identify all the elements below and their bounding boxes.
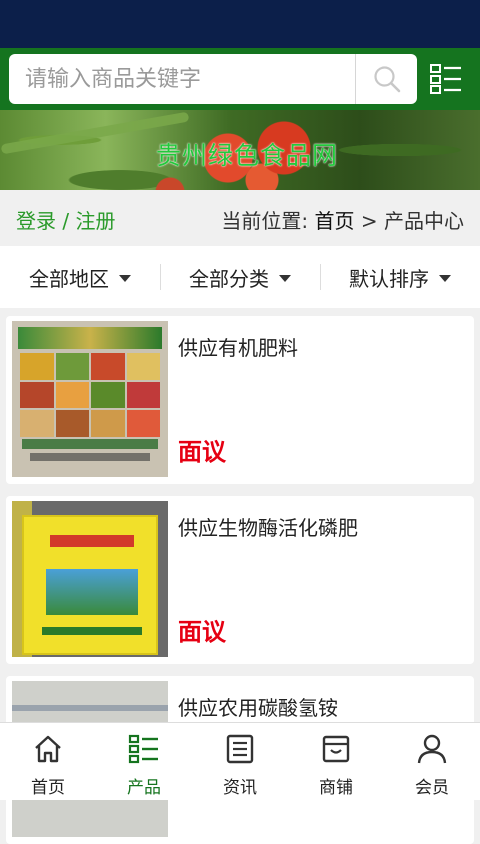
tab-news-label: 资讯 (223, 778, 257, 798)
search-input[interactable] (9, 54, 355, 104)
location-label: 当前位置: (221, 209, 309, 233)
banner-title: 贵州绿色食品网 (156, 141, 339, 170)
tab-member[interactable]: 会员 (384, 723, 480, 800)
filter-sort[interactable]: 默认排序 (320, 246, 480, 308)
product-image (12, 321, 168, 477)
caret-down-icon (439, 274, 451, 282)
filter-bar: 全部地区 全部分类 默认排序 (0, 246, 480, 308)
filter-sort-label: 默认排序 (349, 266, 429, 291)
breadcrumb-separator: > (360, 209, 378, 233)
product-price: 面议 (178, 438, 226, 466)
product-name[interactable]: 供应农用碳酸氢铵 (178, 692, 338, 721)
user-icon (417, 734, 447, 764)
product-name[interactable]: 供应有机肥料 (178, 332, 298, 361)
tab-shop[interactable]: 商铺 (288, 723, 384, 800)
filter-region-label: 全部地区 (29, 266, 109, 291)
news-icon (226, 734, 254, 764)
breadcrumb: 当前位置: 首页 > 产品中心 (221, 205, 464, 234)
banner[interactable]: 贵州绿色食品网 (0, 110, 480, 190)
search-button[interactable] (355, 54, 417, 104)
search-bar (0, 48, 480, 110)
list-icon (128, 734, 158, 764)
shop-icon (322, 735, 350, 763)
filter-category[interactable]: 全部分类 (160, 246, 320, 308)
breadcrumb-home[interactable]: 首页 (315, 209, 355, 233)
status-bar (0, 0, 480, 48)
breadcrumb-row: 登录 / 注册 当前位置: 首页 > 产品中心 (0, 190, 480, 244)
search-icon (373, 66, 400, 93)
product-card[interactable]: 供应有机肥料 面议 (6, 316, 474, 484)
breadcrumb-current: 产品中心 (384, 209, 464, 233)
bottom-tab-bar: 首页 产品 资讯 商铺 会员 (0, 722, 480, 800)
login-register-link[interactable]: 登录 / 注册 (16, 205, 115, 234)
caret-down-icon (279, 274, 291, 282)
filter-region[interactable]: 全部地区 (0, 246, 160, 308)
tab-member-label: 会员 (415, 778, 449, 798)
home-icon (35, 735, 61, 763)
caret-down-icon (119, 274, 131, 282)
category-menu-icon[interactable] (430, 64, 462, 94)
product-price: 面议 (178, 618, 226, 646)
tab-products[interactable]: 产品 (96, 723, 192, 800)
product-card[interactable]: 供应生物酶活化磷肥 面议 (6, 496, 474, 664)
tab-home-label: 首页 (31, 778, 65, 798)
tab-home[interactable]: 首页 (0, 723, 96, 800)
product-image (12, 501, 168, 657)
tab-products-label: 产品 (127, 778, 161, 798)
tab-news[interactable]: 资讯 (192, 723, 288, 800)
tab-shop-label: 商铺 (319, 778, 353, 798)
filter-category-label: 全部分类 (189, 266, 269, 291)
search-box (9, 54, 417, 104)
product-name[interactable]: 供应生物酶活化磷肥 (178, 512, 358, 541)
